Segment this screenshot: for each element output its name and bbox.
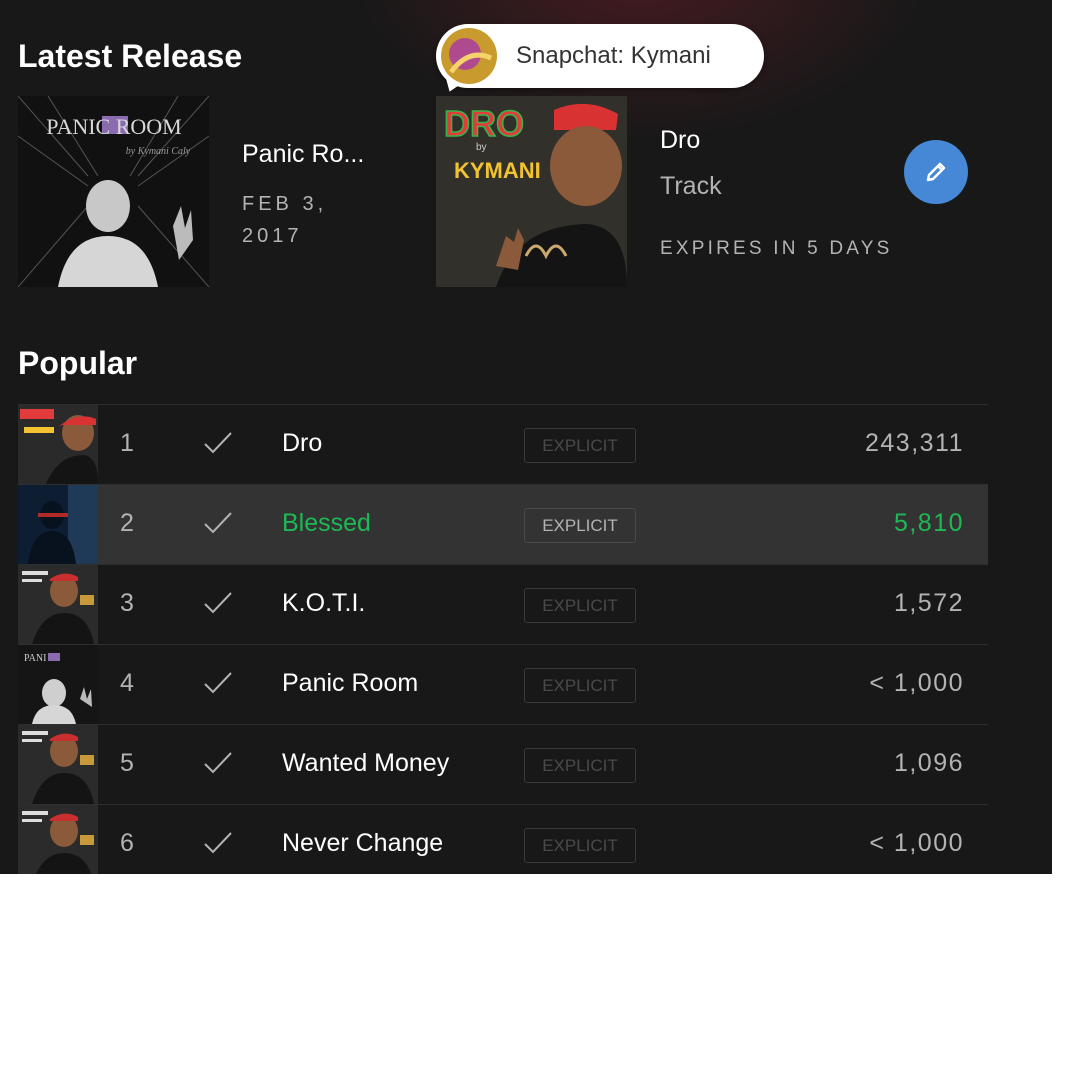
promo-expiry: EXPIRES IN 5 DAYS [660, 238, 893, 259]
cover-subtitle-text: by Kymani Caly [126, 146, 191, 157]
track-row[interactable]: 5 Wanted Money EXPLICIT 1,096 [18, 725, 988, 805]
check-icon[interactable] [202, 427, 234, 464]
track-row[interactable]: 2 Blessed EXPLICIT 5,810 [18, 485, 988, 565]
check-icon[interactable] [202, 747, 234, 784]
promo-cover-by: by [476, 142, 487, 153]
promo-track-cover[interactable]: DRO by KYMANI [436, 96, 627, 287]
check-icon[interactable] [202, 667, 234, 704]
explicit-badge: EXPLICIT [524, 748, 636, 783]
track-thumbnail [18, 405, 98, 484]
track-number: 3 [120, 589, 134, 617]
track-play-count: < 1,000 [869, 669, 964, 697]
track-number: 5 [120, 749, 134, 777]
track-play-count: < 1,000 [869, 829, 964, 857]
track-number: 4 [120, 669, 134, 697]
track-row[interactable]: 3 K.O.T.I. EXPLICIT 1,572 [18, 565, 988, 645]
track-row[interactable]: PANI 4 Panic Room EXPLICIT < 1,000 [18, 645, 988, 725]
check-icon[interactable] [202, 827, 234, 864]
track-number: 1 [120, 429, 134, 457]
track-thumbnail [18, 565, 98, 644]
track-play-count: 243,311 [864, 429, 964, 457]
promo-cover-artist: KYMANI [454, 158, 541, 183]
track-name[interactable]: Dro [282, 429, 322, 458]
explicit-badge: EXPLICIT [524, 828, 636, 863]
track-row[interactable]: 1 Dro EXPLICIT 243,311 [18, 405, 988, 485]
track-number: 6 [120, 829, 134, 857]
promo-cover-title: DRO [444, 103, 524, 144]
popular-tracklist: 1 Dro EXPLICIT 243,311 2 Blessed EXPLICI… [18, 404, 988, 874]
check-icon[interactable] [202, 587, 234, 624]
track-play-count: 5,810 [893, 509, 964, 537]
track-name[interactable]: Never Change [282, 829, 443, 858]
popular-heading: Popular [18, 345, 138, 381]
promo-track-type: Track [660, 172, 722, 200]
check-icon[interactable] [202, 507, 234, 544]
snapchat-tooltip[interactable]: Snapchat: Kymani [436, 24, 764, 95]
track-name[interactable]: K.O.T.I. [282, 589, 365, 618]
explicit-badge: EXPLICIT [524, 588, 636, 623]
snapchat-label: Snapchat: Kymani [516, 42, 711, 69]
track-thumbnail [18, 485, 98, 564]
explicit-badge: EXPLICIT [524, 428, 636, 463]
track-play-count: 1,096 [893, 749, 964, 777]
track-play-count: 1,572 [893, 589, 964, 617]
explicit-badge: EXPLICIT [524, 668, 636, 703]
latest-release-heading: Latest Release [18, 38, 243, 74]
track-number: 2 [120, 509, 134, 537]
artist-panel: Latest Release PANIC ROOM by Kymani Caly… [0, 0, 1052, 874]
snapchat-avatar [441, 28, 497, 84]
edit-promo-button[interactable] [904, 140, 968, 204]
svg-text:PANI: PANI [24, 653, 46, 664]
promo-track-title[interactable]: Dro [660, 126, 700, 155]
track-thumbnail [18, 725, 98, 804]
track-thumbnail [18, 805, 98, 874]
cover-title-text: PANIC ROOM [46, 114, 182, 139]
track-name[interactable]: Blessed [282, 509, 371, 538]
latest-release-title[interactable]: Panic Ro... [242, 140, 364, 169]
track-name[interactable]: Panic Room [282, 669, 418, 698]
latest-release-date: FEB 3, 2017 [242, 193, 328, 247]
track-name[interactable]: Wanted Money [282, 749, 449, 778]
track-thumbnail: PANI [18, 645, 98, 724]
pencil-icon [926, 162, 946, 182]
latest-release-cover[interactable]: PANIC ROOM by Kymani Caly [18, 96, 209, 287]
track-row[interactable]: 6 Never Change EXPLICIT < 1,000 [18, 805, 988, 874]
explicit-badge: EXPLICIT [524, 508, 636, 543]
